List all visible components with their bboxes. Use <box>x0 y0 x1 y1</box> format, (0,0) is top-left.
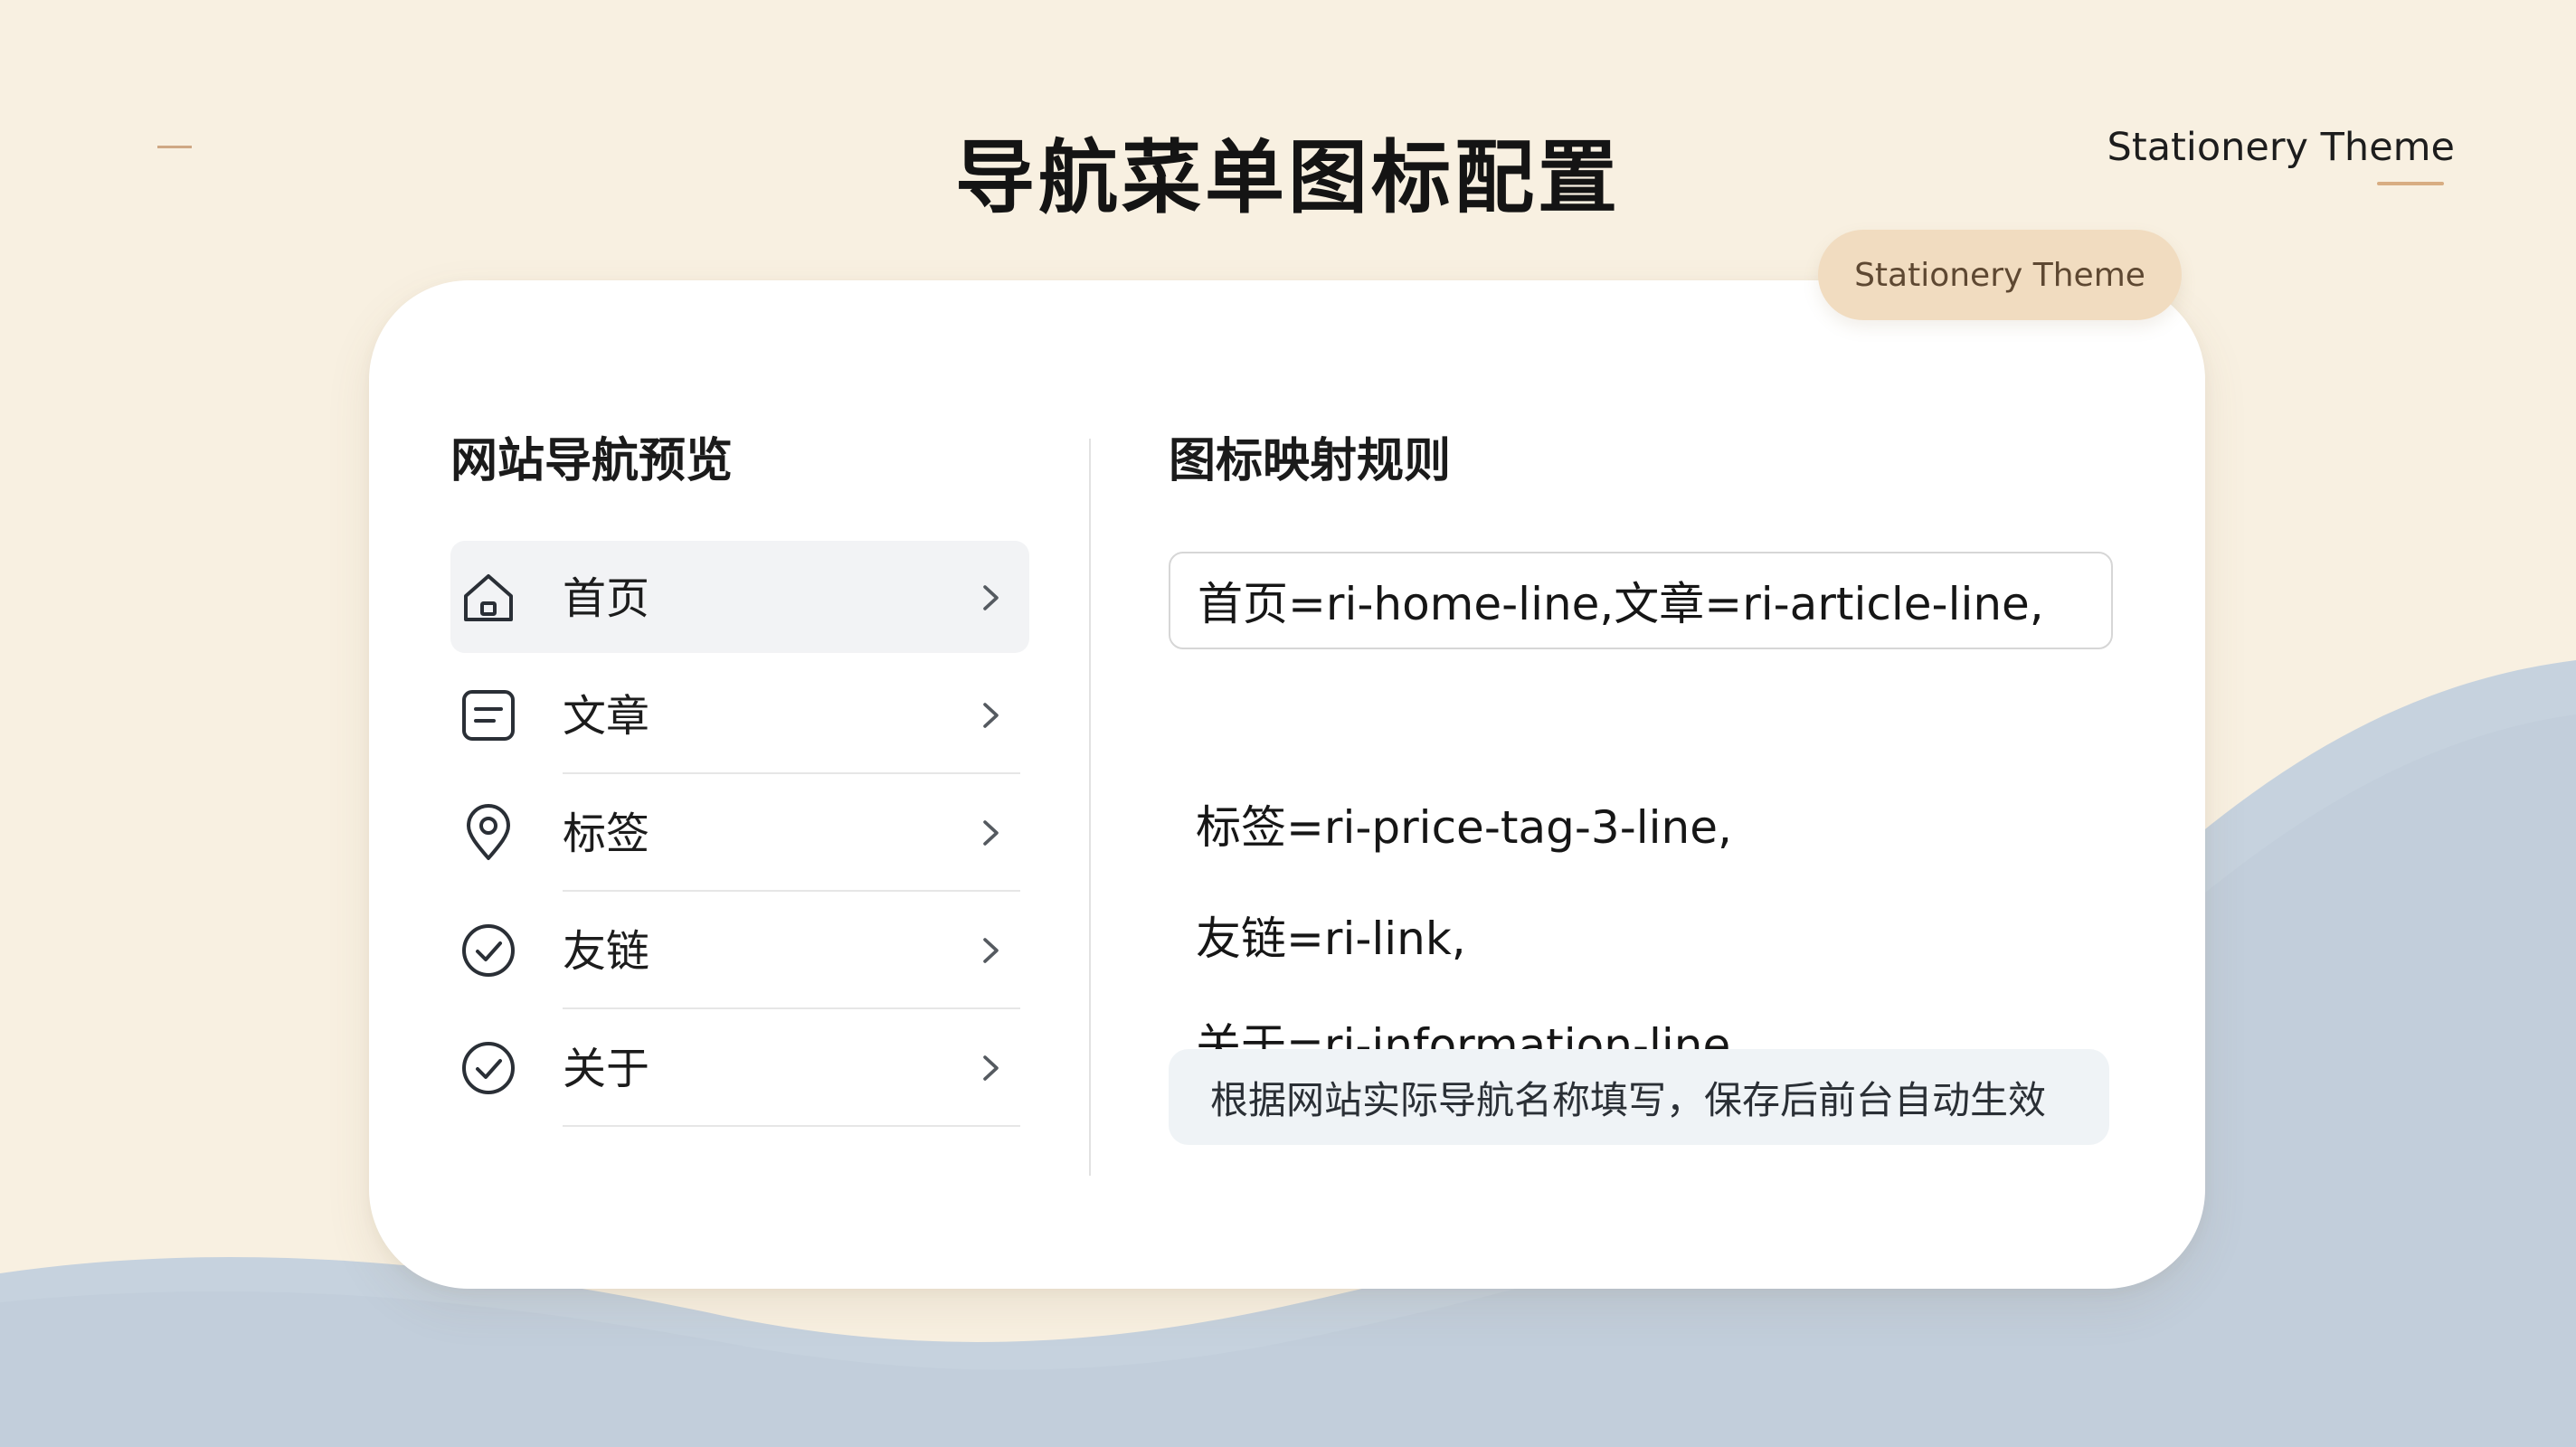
config-card: 网站导航预览 首页 文章 标签 友链 关于 图标映射规则 首页=ri-home-… <box>369 280 2205 1289</box>
location-pin-icon <box>459 804 517 862</box>
icon-mapping-input[interactable]: 首页=ri-home-line,文章=ri-article-line, <box>1169 552 2113 649</box>
icon-mapping-panel: 图标映射规则 首页=ri-home-line,文章=ri-article-lin… <box>1169 434 2118 1145</box>
mapping-line[interactable]: 友链=ri-link, <box>1196 903 1466 968</box>
icon-mapping-title: 图标映射规则 <box>1169 434 1452 488</box>
nav-divider <box>563 1007 1020 1009</box>
nav-item-links[interactable]: 友链 <box>450 894 1029 1009</box>
chevron-right-icon <box>973 698 1008 733</box>
help-note: 根据网站实际导航名称填写，保存后前台自动生效 <box>1169 1049 2109 1145</box>
nav-divider <box>563 890 1020 892</box>
nav-preview-list: 首页 文章 标签 友链 关于 <box>450 541 1029 1127</box>
nav-item-home[interactable]: 首页 <box>450 541 1029 653</box>
brand-underline <box>2377 182 2444 185</box>
brand-label: Stationery Theme <box>2107 125 2455 170</box>
column-divider <box>1089 439 1091 1176</box>
nav-preview-title: 网站导航预览 <box>450 434 734 488</box>
chevron-right-icon <box>973 816 1008 850</box>
nav-item-articles[interactable]: 文章 <box>450 658 1029 774</box>
chevron-right-icon <box>973 581 1008 615</box>
nav-item-label: 友链 <box>563 926 650 977</box>
nav-item-tags[interactable]: 标签 <box>450 776 1029 892</box>
nav-item-label: 关于 <box>563 1044 650 1094</box>
nav-preview-panel: 网站导航预览 首页 文章 标签 友链 关于 <box>450 434 1029 1129</box>
nav-divider <box>563 1125 1020 1127</box>
check-circle-icon <box>459 1039 517 1097</box>
nav-item-about[interactable]: 关于 <box>450 1011 1029 1127</box>
chevron-right-icon <box>973 1051 1008 1085</box>
nav-divider <box>563 772 1020 774</box>
theme-badge: Stationery Theme <box>1818 230 2182 320</box>
chevron-right-icon <box>973 933 1008 968</box>
nav-item-label: 文章 <box>563 691 650 742</box>
nav-item-label: 首页 <box>563 573 650 624</box>
home-icon <box>459 569 517 627</box>
article-icon <box>459 686 517 744</box>
nav-item-label: 标签 <box>563 809 650 859</box>
check-circle-icon <box>459 922 517 979</box>
mapping-line[interactable]: 标签=ri-price-tag-3-line, <box>1196 791 1732 856</box>
